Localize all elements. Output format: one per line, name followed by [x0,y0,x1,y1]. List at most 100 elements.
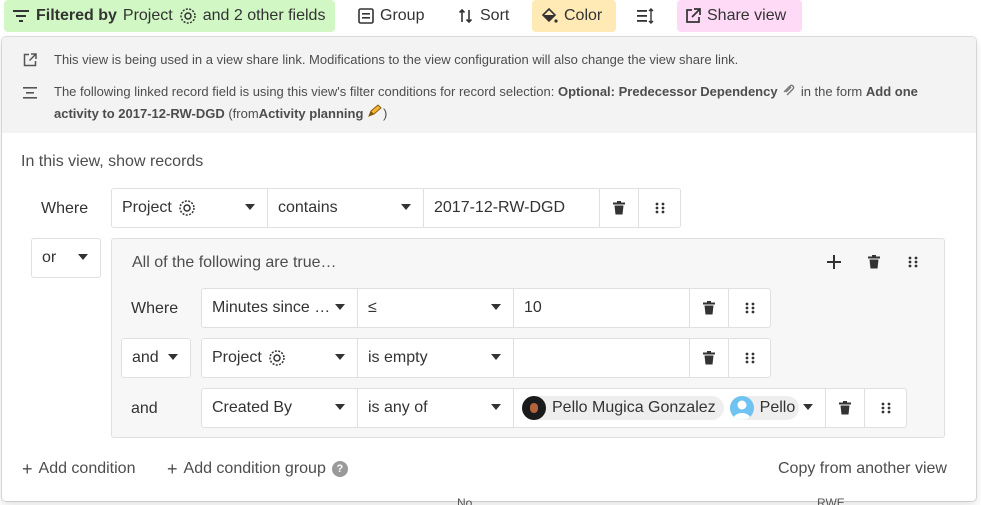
project-field-select-2[interactable]: Project [201,338,358,378]
drag-handle-icon [745,352,754,364]
trash-icon [839,401,851,415]
drag-handle-icon [908,256,918,268]
user-chip-name: Pello [759,399,796,416]
delete-group-button[interactable] [864,252,884,272]
linked-mid: in the form [800,84,863,99]
operator-label: is any of [368,399,428,416]
project-value-text: 2017-12-RW-DGD [434,199,566,216]
contains-operator-select[interactable]: contains [267,188,424,228]
color-button[interactable]: Color [532,0,616,32]
pencil-icon [368,104,382,117]
filter-intro-text: In this view, show records [21,153,204,170]
group-button[interactable]: Group [350,0,432,32]
trash-icon [613,201,625,215]
add-condition-group-button[interactable]: + Add condition group ? [167,460,348,478]
delete-condition-button[interactable] [689,288,729,328]
copy-from-view-button[interactable]: Copy from another view [778,460,947,478]
link-field-icon [783,84,795,96]
background-cell: RWE [817,496,845,505]
minutes-value-input[interactable]: 10 [513,288,690,328]
project-value-input[interactable]: 2017-12-RW-DGD [423,188,600,228]
operator-label: ≤ [368,299,377,316]
delete-condition-button[interactable] [689,338,729,378]
sort-button-label: Sort [480,7,510,24]
chevron-down-icon [491,404,501,410]
operator-label: is empty [368,349,428,366]
sort-button[interactable]: Sort [450,0,517,32]
add-condition-group-label: Add condition group [183,460,326,477]
user-chip: Pello [729,396,800,420]
group-icon [358,8,374,24]
chevron-down-icon [491,354,501,360]
filter-icon [13,10,29,22]
copy-from-view-label: Copy from another view [778,460,947,477]
created-by-field-label: Created By [212,399,293,416]
share-link-notice-text: This view is being used in a view share … [54,52,739,67]
drag-handle[interactable] [638,188,681,228]
chevron-down-icon [335,304,345,310]
notice-area: This view is being used in a view share … [2,37,976,133]
is-any-of-operator-select[interactable]: is any of [357,388,514,428]
share-icon [686,8,701,23]
sort-icon [458,8,473,24]
delete-condition-button[interactable] [825,388,865,428]
linked-record-notice-text: The following linked record field is usi… [54,81,934,125]
share-view-button-label: Share view [707,7,787,24]
drag-handle-icon [745,302,754,314]
conjunction-select[interactable]: or [31,238,101,278]
delete-condition-button[interactable] [599,188,639,228]
group-and-label: and [131,400,158,417]
empty-value-input [513,338,690,378]
chevron-down-icon [401,204,411,210]
filter-button[interactable]: Filtered by Project and 2 other fields [4,0,335,32]
drag-handle[interactable] [864,388,907,428]
share-view-button[interactable]: Share view [677,0,802,32]
drag-handle[interactable] [728,338,771,378]
formula-gear-icon [179,200,195,216]
trash-icon [703,351,715,365]
project-field-select[interactable]: Project [111,188,268,228]
chevron-down-icon [78,254,88,260]
group-conjunction-label: and [132,349,159,366]
chevron-down-icon [335,354,345,360]
help-icon[interactable]: ? [331,461,348,477]
from-open: (from [228,106,259,121]
color-button-label: Color [564,7,603,24]
group-drag-handle[interactable] [903,252,923,272]
formula-gear-icon [269,350,285,366]
from-table: Activity planning [258,106,364,121]
paint-bucket-icon [541,7,558,23]
add-condition-button[interactable]: + Add condition [22,460,135,478]
project-field-label: Project [122,199,172,216]
user-chip-name: Pello Mugica Gonzalez [552,399,716,416]
operator-label: contains [278,199,338,216]
linked-record-notice: The following linked record field is usi… [20,81,950,125]
trash-icon [703,301,715,315]
plus-icon [827,255,841,269]
drag-handle-icon [655,202,664,214]
avatar-placeholder-icon [729,396,754,420]
filter-panel: This view is being used in a view share … [2,37,976,501]
view-toolbar: Filtered by Project and 2 other fields G… [0,0,981,36]
row-height-button[interactable] [630,0,660,32]
minutes-field-label: Minutes since … [212,299,331,316]
add-to-group-button[interactable] [824,252,844,272]
share-link-notice: This view is being used in a view share … [20,49,738,71]
project-field-label: Project [212,349,262,366]
lte-operator-select[interactable]: ≤ [357,288,514,328]
group-where-label: Where [131,300,179,317]
conjunction-label: or [42,249,57,266]
plus-icon: + [22,459,33,479]
user-chip: Pello Mugica Gonzalez [522,396,724,420]
users-select[interactable]: Pello Mugica Gonzalez Pello [513,388,826,428]
drag-handle[interactable] [728,288,771,328]
chevron-down-icon [491,304,501,310]
minutes-field-select[interactable]: Minutes since … [201,288,358,328]
row-height-icon [637,8,654,24]
group-conjunction-select[interactable]: and [121,338,191,378]
linked-field-name: Optional: Predecessor Dependency [557,84,778,99]
created-by-field-select[interactable]: Created By [201,388,358,428]
is-empty-operator-select[interactable]: is empty [357,338,514,378]
filter-button-label: Filtered by [36,7,117,24]
linked-prefix: The following linked record field is usi… [54,84,555,99]
